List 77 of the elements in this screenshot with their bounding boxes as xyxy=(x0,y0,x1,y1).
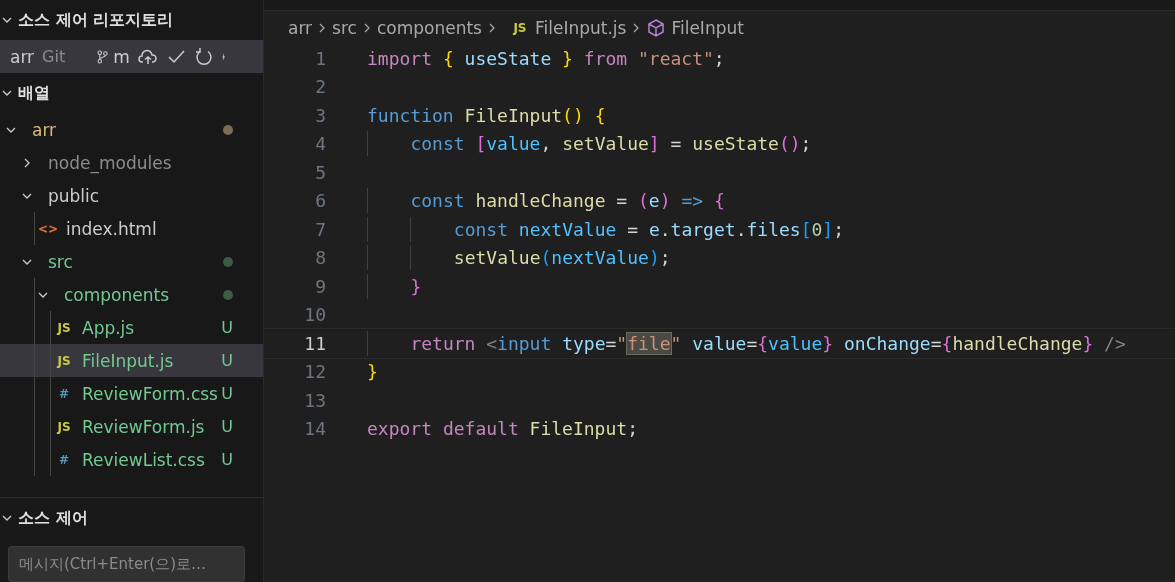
tree-item-label: ReviewList.css xyxy=(82,449,205,470)
code-line: } xyxy=(367,361,378,383)
tree-item-label: FileInput.js xyxy=(82,350,174,371)
line-number: 12 xyxy=(303,361,326,383)
line-number: 9 xyxy=(314,275,326,297)
tree-row[interactable]: node_modules xyxy=(0,146,263,179)
status-letter: U xyxy=(221,318,233,337)
tree-row[interactable]: JS FileInput.js U xyxy=(0,344,263,377)
tree-item-label: node_modules xyxy=(48,152,172,173)
tree-row[interactable]: src xyxy=(0,245,263,278)
tree-row[interactable]: components xyxy=(0,278,263,311)
js-file-icon: JS xyxy=(54,320,74,335)
tree-item-label: ReviewForm.js xyxy=(82,416,205,437)
chevron-down-icon[interactable] xyxy=(2,15,12,25)
chevron-right-icon[interactable] xyxy=(22,157,32,168)
code-line: return <input type="file" value={value} onChange={handleChange} /> xyxy=(410,332,1126,354)
code-line: } xyxy=(410,275,422,297)
chevron-down-icon[interactable] xyxy=(2,513,12,523)
line-number: 2 xyxy=(314,76,326,98)
js-file-icon: JS xyxy=(54,353,74,368)
line-number: 8 xyxy=(314,247,326,269)
tree-item-label: arr xyxy=(32,119,57,140)
tree-row[interactable]: public xyxy=(0,179,263,212)
repo-provider: Git xyxy=(42,47,66,66)
status-letter: U xyxy=(221,351,233,370)
status-letter: U xyxy=(221,384,233,403)
commit-message-field[interactable]: 메시지(Ctrl+Enter(으)로… xyxy=(8,546,245,582)
tree-item-label: ReviewForm.css xyxy=(82,383,218,404)
line-number: 6 xyxy=(314,190,326,212)
tree-row[interactable]: # ReviewList.css U xyxy=(0,443,263,476)
tree-item-label: src xyxy=(48,251,73,272)
breadcrumb-item[interactable]: FileInput xyxy=(671,17,744,38)
line-number: 3 xyxy=(314,104,326,126)
breadcrumb-item[interactable]: src xyxy=(332,17,357,38)
code-line: setValue(nextValue); xyxy=(453,247,671,269)
tree-row[interactable]: JS App.js U xyxy=(0,311,263,344)
js-file-icon: JS xyxy=(509,20,530,35)
tree-item-label: index.html xyxy=(66,218,157,239)
code-line: import { useState } from "react"; xyxy=(367,47,725,69)
tree-row[interactable]: arr xyxy=(0,113,263,146)
repository-row[interactable]: arr Git m xyxy=(0,40,263,73)
section-title: 소스 제어 리포지토리 xyxy=(18,9,174,31)
line-number: 13 xyxy=(303,389,326,411)
breadcrumb-item[interactable]: arr xyxy=(288,17,313,38)
code-line: const [value, setValue] = useState(); xyxy=(410,133,812,155)
code-line: const nextValue = e.target.files[0]; xyxy=(453,218,845,240)
tree-row[interactable]: # ReviewForm.css U xyxy=(0,377,263,410)
tree-row[interactable]: <> index.html xyxy=(0,212,263,245)
code-brackets-icon: <> xyxy=(38,221,58,236)
line-number: 1 xyxy=(314,47,326,69)
js-file-icon: JS xyxy=(54,419,74,434)
hash-icon: # xyxy=(54,386,74,401)
code-line: function FileInput() { xyxy=(367,104,606,126)
status-letter: U xyxy=(221,450,233,469)
cube-icon xyxy=(646,17,667,38)
status-letter: U xyxy=(221,417,233,436)
code-line: const handleChange = (e) => { xyxy=(410,190,725,212)
tree-row[interactable]: JS ReviewForm.js U xyxy=(0,410,263,443)
line-number: 4 xyxy=(314,133,326,155)
line-number: 10 xyxy=(303,304,326,326)
section-title: 소스 제어 xyxy=(18,507,88,529)
tree-item-label: components xyxy=(64,284,170,305)
hash-icon: # xyxy=(54,452,74,467)
code-line: export default FileInput; xyxy=(367,418,638,440)
breadcrumb-item[interactable]: FileInput.js xyxy=(534,17,627,38)
refresh-icon[interactable] xyxy=(193,46,214,67)
tree-item-label: App.js xyxy=(82,317,135,338)
line-number: 7 xyxy=(314,218,326,240)
chevron-down-icon[interactable] xyxy=(2,88,12,98)
tree-item-label: public xyxy=(48,185,100,206)
breadcrumb-item[interactable]: components xyxy=(376,17,482,38)
repo-name: arr xyxy=(10,46,35,67)
section-title: 배열 xyxy=(18,82,50,104)
line-number: 11 xyxy=(303,332,326,354)
line-number: 5 xyxy=(314,161,326,183)
line-number: 14 xyxy=(303,418,326,440)
branch-name[interactable]: m xyxy=(113,46,130,67)
